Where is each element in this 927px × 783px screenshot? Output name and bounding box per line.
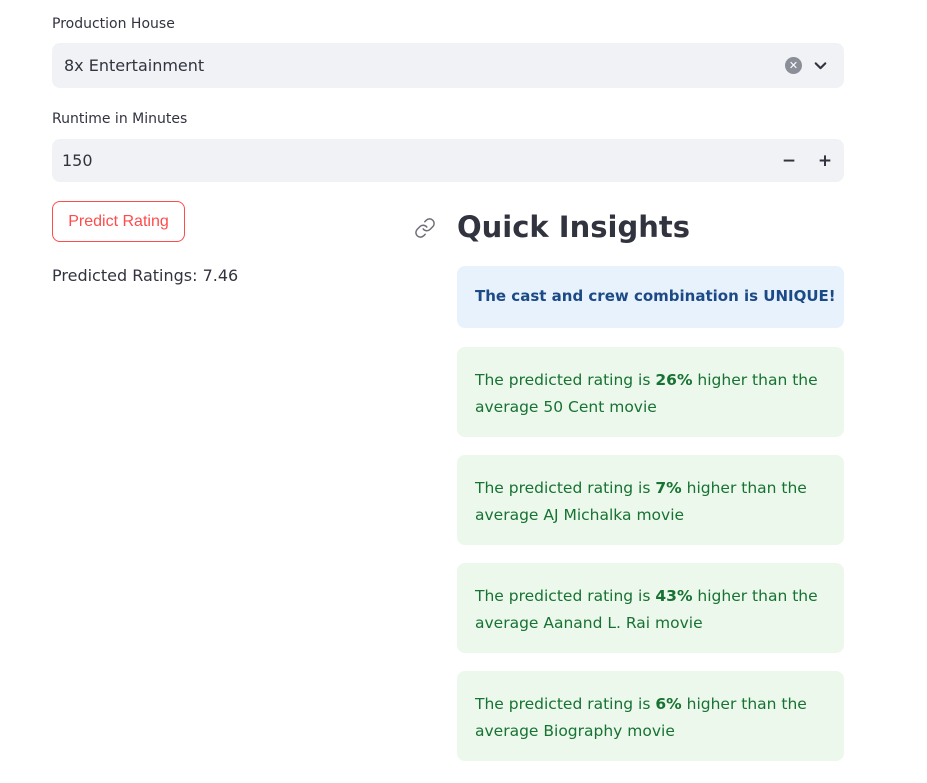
- insight-alert: The predicted rating is 7% higher than t…: [457, 455, 844, 545]
- predicted-rating-text: Predicted Ratings: 7.46: [52, 266, 239, 285]
- production-house-label: Production House: [52, 16, 175, 32]
- insight-text: The predicted rating is 43% higher than …: [475, 587, 818, 632]
- predict-rating-button[interactable]: Predict Rating: [52, 201, 185, 242]
- unique-info-alert: The cast and crew combination is UNIQUE!: [457, 266, 844, 328]
- chevron-down-icon[interactable]: [812, 57, 829, 74]
- runtime-label: Runtime in Minutes: [52, 111, 188, 127]
- runtime-value[interactable]: 150: [62, 151, 93, 170]
- decrement-button[interactable]: −: [774, 146, 804, 176]
- insight-alert: The predicted rating is 26% higher than …: [457, 347, 844, 437]
- insight-alert: The predicted rating is 6% higher than t…: [457, 671, 844, 761]
- insight-percent: 43%: [655, 587, 693, 605]
- production-house-select[interactable]: 8x Entertainment ✕: [52, 43, 844, 88]
- link-icon[interactable]: [414, 217, 436, 239]
- info-alert-text: The cast and crew combination is UNIQUE!: [475, 287, 836, 305]
- production-house-value: 8x Entertainment: [64, 56, 205, 75]
- insight-text: The predicted rating is 26% higher than …: [475, 371, 818, 416]
- insight-text: The predicted rating is 6% higher than t…: [475, 695, 807, 740]
- increment-button[interactable]: +: [810, 146, 840, 176]
- clear-icon[interactable]: ✕: [785, 57, 802, 74]
- insight-percent: 6%: [655, 695, 682, 713]
- insight-alert: The predicted rating is 43% higher than …: [457, 563, 844, 653]
- insight-percent: 7%: [655, 479, 682, 497]
- quick-insights-heading: Quick Insights: [457, 210, 690, 244]
- insight-percent: 26%: [655, 371, 693, 389]
- insight-text: The predicted rating is 7% higher than t…: [475, 479, 807, 524]
- runtime-input[interactable]: 150 − +: [52, 139, 844, 182]
